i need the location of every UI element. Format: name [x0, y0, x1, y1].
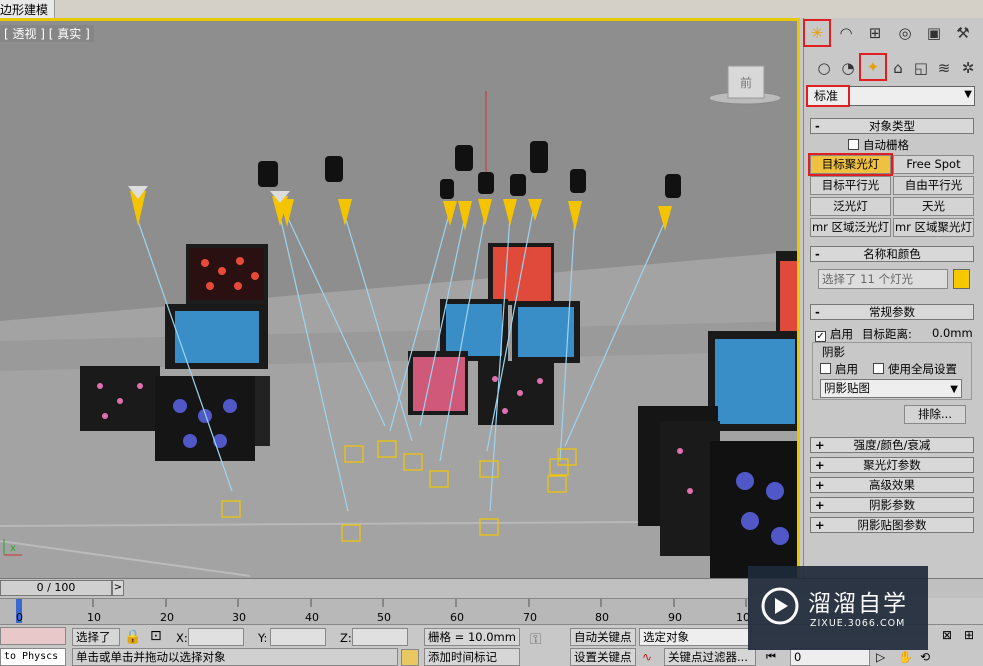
- rollout-advanced-effects[interactable]: + 高级效果: [810, 477, 974, 493]
- y-label: Y:: [258, 631, 268, 645]
- maxscript-listener[interactable]: [0, 627, 66, 645]
- watermark-brand: 溜溜自学: [808, 591, 908, 617]
- modify-icon[interactable]: ◠: [834, 21, 858, 45]
- global-settings-checkbox[interactable]: 使用全局设置: [873, 361, 957, 377]
- grid-size: 栅格 = 10.0mm: [424, 628, 520, 646]
- auto-key-button[interactable]: 自动关键点: [570, 628, 636, 646]
- target-spot-button[interactable]: 目标聚光灯: [808, 153, 893, 176]
- free-direct-button[interactable]: 自由平行光: [893, 176, 974, 195]
- shadow-group-label: 阴影: [820, 344, 847, 360]
- z-coordinate-field[interactable]: [352, 628, 408, 646]
- tick-label: 60: [450, 611, 464, 624]
- tick-label: 20: [160, 611, 174, 624]
- category-dropdown[interactable]: 标准 ▼: [806, 85, 975, 107]
- rollout-intensity[interactable]: + 强度/颜色/衰减: [810, 437, 974, 453]
- motion-icon[interactable]: ◎: [893, 21, 917, 45]
- mr-area-spot-button[interactable]: mr 区域聚光灯: [893, 218, 974, 237]
- chevron-down-icon: ▼: [950, 384, 958, 395]
- free-spot-button[interactable]: Free Spot: [893, 155, 974, 174]
- target-direct-button[interactable]: 目标平行光: [810, 176, 891, 195]
- viewport-label[interactable]: [ 透视 ] [ 真实 ]: [0, 25, 94, 42]
- spacewarp-icon[interactable]: ≋: [932, 56, 956, 80]
- axis-label: x: [10, 543, 16, 554]
- omni-button[interactable]: 泛光灯: [810, 197, 891, 216]
- tick-label: 40: [305, 611, 319, 624]
- rollout-spot-params[interactable]: + 聚光灯参数: [810, 457, 974, 473]
- add-time-tag[interactable]: 添加时间标记: [424, 648, 520, 666]
- mr-area-omni-button[interactable]: mr 区域泛光灯: [810, 218, 891, 237]
- tick-label: 0: [16, 611, 23, 624]
- tick-label: 30: [232, 611, 246, 624]
- selection-status: 选择了: [72, 628, 120, 646]
- y-coordinate-field[interactable]: [270, 628, 326, 646]
- orbit-icon[interactable]: ⟲: [920, 650, 930, 664]
- exclude-button[interactable]: 排除...: [904, 405, 966, 424]
- go-to-start-icon[interactable]: ⏮: [766, 650, 776, 664]
- hierarchy-icon[interactable]: ⊞: [863, 21, 887, 45]
- maxscript-mini[interactable]: to Physcs (: [0, 648, 66, 666]
- current-frame-field[interactable]: 0: [790, 648, 870, 666]
- utilities-icon[interactable]: ⚒: [951, 21, 975, 45]
- set-key-button[interactable]: 设置关键点: [570, 648, 636, 666]
- shadow-type-dropdown[interactable]: 阴影贴图 ▼: [820, 379, 962, 398]
- x-coordinate-field[interactable]: [188, 628, 244, 646]
- rollout-general-params[interactable]: - 常规参数: [810, 304, 974, 320]
- create-icon[interactable]: ✳: [803, 19, 831, 47]
- track-bar[interactable]: 0 10 20 30 40 50 60 70 80 90 10: [0, 598, 750, 624]
- autogrid-checkbox[interactable]: 自动栅格: [848, 137, 909, 153]
- curve-icon[interactable]: ∿: [642, 650, 652, 664]
- systems-icon[interactable]: ✲: [956, 56, 980, 80]
- viewport-scene: 前 x: [0, 21, 797, 578]
- shape-icon[interactable]: ◔: [836, 56, 860, 80]
- prompt-line: 单击或单击并拖动以选择对象: [72, 648, 398, 666]
- watermark-logo-icon: [761, 587, 799, 625]
- rollout-shadow-map-params[interactable]: + 阴影贴图参数: [810, 517, 974, 533]
- z-label: Z:: [340, 631, 352, 645]
- track-ticks: [16, 599, 747, 623]
- rollout-object-type[interactable]: - 对象类型: [810, 118, 974, 134]
- shadow-enable-checkbox[interactable]: 启用: [820, 361, 858, 377]
- zoom-extents-icon[interactable]: ⊠: [942, 628, 952, 642]
- target-distance-label: 目标距离:: [862, 327, 912, 341]
- absolute-mode-icon[interactable]: ⊡: [150, 628, 162, 644]
- maximize-viewport-icon[interactable]: ⊞: [964, 628, 974, 642]
- light-icon[interactable]: ✦: [859, 53, 887, 81]
- tick-label: 90: [668, 611, 682, 624]
- window-title: 边形建模: [0, 0, 56, 18]
- camera-icon[interactable]: ⌂: [886, 56, 910, 80]
- chevron-down-icon: ▼: [964, 89, 972, 100]
- helper-icon[interactable]: ◱: [909, 56, 933, 80]
- name-field[interactable]: 选择了 11 个灯光: [818, 269, 948, 289]
- dropdown-value: 标准: [806, 85, 850, 107]
- tick-label: 10: [87, 611, 101, 624]
- light-enable-checkbox[interactable]: ✓ 启用: [815, 326, 853, 342]
- lock-icon[interactable]: 🔒: [124, 629, 141, 645]
- tick-label: 50: [377, 611, 391, 624]
- time-tag-icon[interactable]: [401, 649, 419, 666]
- color-swatch[interactable]: [953, 269, 970, 289]
- pan-icon[interactable]: ✋: [898, 650, 913, 664]
- perspective-viewport[interactable]: 前 x [透视] [真实]: [0, 18, 800, 578]
- time-slider[interactable]: 0 / 100: [0, 580, 112, 596]
- target-distance-value: 0.0mm: [932, 326, 973, 340]
- selection-set-dropdown[interactable]: 选定对象: [639, 628, 751, 646]
- key-filters-button[interactable]: 关键点过滤器...: [664, 648, 756, 666]
- title-bar: 边形建模: [0, 0, 983, 18]
- watermark-url: ZIXUE.3066.COM: [810, 618, 906, 629]
- tick-label: 70: [523, 611, 537, 624]
- next-frame-button[interactable]: >: [112, 580, 124, 596]
- watermark: 溜溜自学 ZIXUE.3066.COM: [748, 566, 928, 650]
- rollout-shadow-params[interactable]: + 阴影参数: [810, 497, 974, 513]
- skylight-button[interactable]: 天光: [893, 197, 974, 216]
- x-label: X:: [176, 631, 188, 645]
- geometry-icon[interactable]: ○: [812, 56, 836, 80]
- viewcube-label: 前: [740, 75, 752, 90]
- key-icon[interactable]: ⚿: [530, 630, 541, 648]
- play-icon[interactable]: ▷: [876, 650, 885, 664]
- rollout-name-color[interactable]: - 名称和颜色: [810, 246, 974, 262]
- display-icon[interactable]: ▣: [922, 21, 946, 45]
- tick-label: 80: [595, 611, 609, 624]
